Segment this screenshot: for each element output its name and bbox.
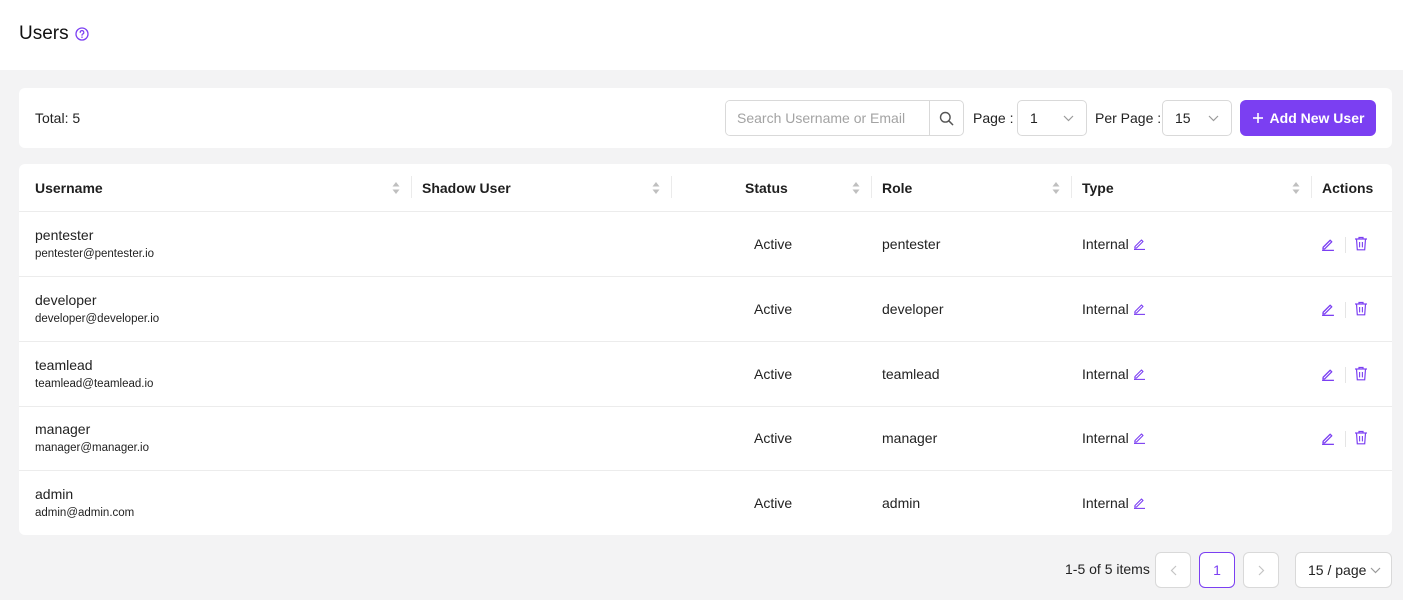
column-header-status[interactable]: Status bbox=[745, 180, 788, 196]
sort-icon[interactable] bbox=[1052, 181, 1060, 195]
row-type: Internal bbox=[1082, 495, 1129, 511]
pencil-icon[interactable] bbox=[1133, 302, 1146, 315]
pencil-icon[interactable] bbox=[1321, 237, 1335, 251]
action-divider bbox=[1345, 302, 1346, 318]
sort-icon[interactable] bbox=[852, 181, 860, 195]
row-username: developer bbox=[35, 292, 97, 308]
chevron-left-icon bbox=[1170, 565, 1176, 575]
add-new-user-label: Add New User bbox=[1269, 110, 1365, 126]
trash-icon[interactable] bbox=[1354, 301, 1368, 316]
row-status: Active bbox=[754, 301, 793, 317]
search-box bbox=[725, 100, 964, 136]
pagination-info: 1-5 of 5 items bbox=[1065, 561, 1150, 577]
pencil-icon[interactable] bbox=[1321, 431, 1335, 445]
column-header-actions: Actions bbox=[1322, 180, 1374, 196]
pencil-icon[interactable] bbox=[1133, 496, 1146, 509]
chevron-right-icon bbox=[1258, 565, 1264, 575]
action-divider bbox=[1345, 367, 1346, 383]
total-count: Total: 5 bbox=[35, 110, 81, 126]
sort-icon[interactable] bbox=[1292, 181, 1300, 195]
help-icon[interactable] bbox=[74, 27, 89, 41]
page-size-value: 15 / page bbox=[1308, 562, 1367, 578]
row-type: Internal bbox=[1082, 366, 1129, 382]
row-role: admin bbox=[882, 495, 921, 511]
row-email: admin@admin.com bbox=[35, 507, 135, 519]
per-page-select-value: 15 bbox=[1175, 110, 1191, 126]
table-row: teamlead teamlead@teamlead.io Active tea… bbox=[19, 342, 1392, 407]
row-role: pentester bbox=[882, 236, 941, 252]
sort-icon[interactable] bbox=[392, 181, 400, 195]
chevron-down-icon bbox=[1370, 567, 1381, 573]
page-size-select[interactable]: 15 / page bbox=[1295, 552, 1392, 588]
pencil-icon[interactable] bbox=[1321, 302, 1335, 316]
per-page-select[interactable]: 15 bbox=[1162, 100, 1232, 136]
row-username: manager bbox=[35, 421, 91, 437]
prev-page-button[interactable] bbox=[1155, 552, 1191, 588]
page-button-current[interactable]: 1 bbox=[1199, 552, 1235, 588]
page-label: Page : bbox=[973, 110, 1014, 126]
trash-icon[interactable] bbox=[1354, 236, 1368, 251]
row-email: teamlead@teamlead.io bbox=[35, 378, 154, 390]
row-role: teamlead bbox=[882, 366, 940, 382]
plus-icon bbox=[1252, 113, 1263, 123]
chevron-down-icon bbox=[1063, 115, 1074, 121]
trash-icon[interactable] bbox=[1354, 366, 1368, 381]
row-status: Active bbox=[754, 366, 793, 382]
search-input[interactable] bbox=[726, 101, 929, 135]
column-divider bbox=[1071, 176, 1072, 198]
column-divider bbox=[1311, 176, 1312, 198]
table-header: Username Shadow User Status Role Type Ac… bbox=[19, 164, 1392, 212]
column-divider bbox=[671, 176, 672, 198]
pencil-icon[interactable] bbox=[1133, 237, 1146, 250]
page-title: Users bbox=[19, 23, 69, 44]
table-row: developer developer@developer.io Active … bbox=[19, 277, 1392, 342]
page-select[interactable]: 1 bbox=[1017, 100, 1087, 136]
row-type: Internal bbox=[1082, 301, 1129, 317]
row-email: pentester@pentester.io bbox=[35, 248, 155, 260]
table-row: admin admin@admin.com Active admin Inter… bbox=[19, 471, 1392, 535]
column-header-shadow-user[interactable]: Shadow User bbox=[422, 180, 511, 196]
users-toolbar: Total: 5 Page : 1 Per Page : 15 Add New … bbox=[19, 88, 1392, 148]
table-row: pentester pentester@pentester.io Active … bbox=[19, 212, 1392, 277]
row-type: Internal bbox=[1082, 236, 1129, 252]
column-header-username[interactable]: Username bbox=[35, 180, 103, 196]
page-select-value: 1 bbox=[1030, 110, 1038, 126]
row-email: manager@manager.io bbox=[35, 442, 149, 454]
users-table: Username Shadow User Status Role Type Ac… bbox=[19, 164, 1392, 535]
pencil-icon[interactable] bbox=[1133, 431, 1146, 444]
chevron-down-icon bbox=[1208, 115, 1219, 121]
column-divider bbox=[411, 176, 412, 198]
row-status: Active bbox=[754, 495, 793, 511]
pencil-icon[interactable] bbox=[1321, 367, 1335, 381]
sort-icon[interactable] bbox=[652, 181, 660, 195]
row-role: developer bbox=[882, 301, 944, 317]
table-row: manager manager@manager.io Active manage… bbox=[19, 406, 1392, 471]
row-username: teamlead bbox=[35, 357, 93, 373]
row-username: pentester bbox=[35, 227, 94, 243]
next-page-button[interactable] bbox=[1243, 552, 1279, 588]
row-email: developer@developer.io bbox=[35, 313, 160, 325]
column-divider bbox=[871, 176, 872, 198]
column-header-role[interactable]: Role bbox=[882, 180, 912, 196]
row-status: Active bbox=[754, 430, 793, 446]
search-button[interactable] bbox=[929, 101, 963, 135]
row-role: manager bbox=[882, 430, 938, 446]
row-username: admin bbox=[35, 486, 74, 502]
row-status: Active bbox=[754, 236, 793, 252]
search-icon bbox=[939, 111, 954, 125]
per-page-label: Per Page : bbox=[1095, 110, 1162, 126]
pencil-icon[interactable] bbox=[1133, 367, 1146, 380]
row-type: Internal bbox=[1082, 430, 1129, 446]
page-header: Users bbox=[0, 0, 1403, 70]
add-new-user-button[interactable]: Add New User bbox=[1240, 100, 1376, 136]
trash-icon[interactable] bbox=[1354, 430, 1368, 445]
column-header-type[interactable]: Type bbox=[1082, 180, 1114, 196]
page-title-wrap: Users bbox=[19, 23, 89, 45]
action-divider bbox=[1345, 431, 1346, 447]
action-divider bbox=[1345, 237, 1346, 253]
